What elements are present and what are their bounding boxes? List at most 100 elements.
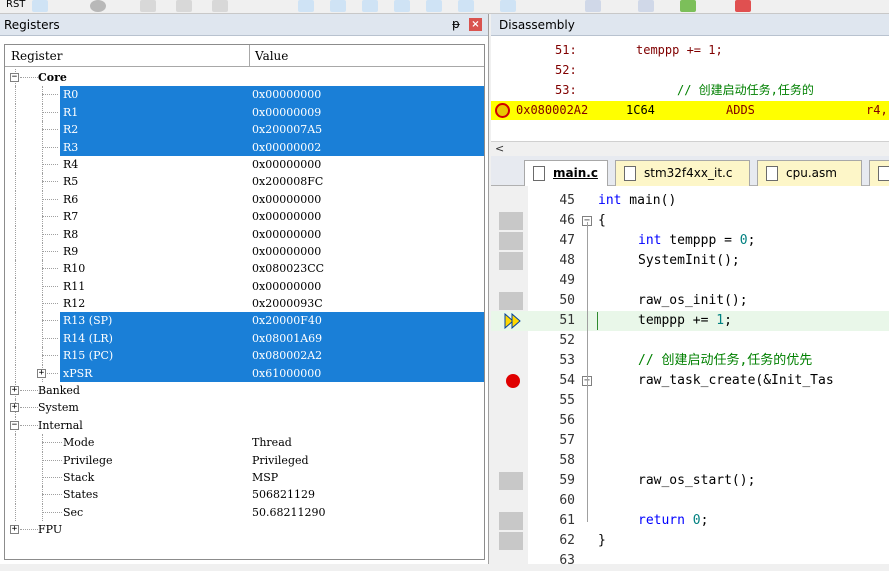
register-value[interactable]: 0x200007A5 xyxy=(252,121,322,138)
register-value[interactable]: 0x00000009 xyxy=(252,104,321,121)
expand-icon[interactable]: + xyxy=(10,403,19,413)
code-line[interactable]: 52 xyxy=(491,331,889,351)
register-row[interactable]: R3 0x00000002 xyxy=(5,138,484,156)
register-value[interactable]: 0x00000000 xyxy=(252,86,321,103)
register-row[interactable]: R7 0x00000000 xyxy=(5,208,484,226)
tab-next-file[interactable] xyxy=(869,160,889,186)
register-row[interactable]: R1 0x00000009 xyxy=(5,103,484,122)
toolbox-icon[interactable] xyxy=(735,0,751,12)
collapse-icon[interactable]: − xyxy=(10,73,19,82)
code-line[interactable]: 57 xyxy=(491,431,889,451)
horizontal-scrollbar[interactable]: < xyxy=(491,141,889,156)
column-value[interactable]: Value xyxy=(255,49,288,63)
register-row[interactable]: + Banked xyxy=(5,382,484,400)
code-line[interactable]: 47 int temppp = 0; xyxy=(491,231,889,251)
register-row[interactable]: R10 0x080023CC xyxy=(5,260,484,278)
code-line[interactable]: 59 raw_os_start(); xyxy=(491,471,889,491)
tab-cpu-asm[interactable]: cpu.asm xyxy=(757,160,862,186)
register-row[interactable]: Sec 50.68211290 xyxy=(5,503,484,522)
code-line[interactable]: 46−{ xyxy=(491,211,889,231)
register-row[interactable]: Mode Thread xyxy=(5,434,484,452)
register-value[interactable]: 0x00000000 xyxy=(252,208,321,225)
disassembly-current-instruction[interactable]: 0x080002A2 1C64 ADDS r4, xyxy=(491,101,889,120)
expand-icon[interactable]: + xyxy=(10,386,19,396)
register-value[interactable]: 0x00000000 xyxy=(252,226,321,243)
pin-icon[interactable]: ᵽ xyxy=(452,17,460,31)
code-line[interactable]: 48 SystemInit(); xyxy=(491,251,889,271)
code-line[interactable]: 61 return 0; xyxy=(491,511,889,531)
watch-window-icon[interactable] xyxy=(458,0,474,12)
register-value[interactable]: MSP xyxy=(252,469,278,486)
register-value[interactable]: 0x00000000 xyxy=(252,191,321,208)
register-row[interactable]: − Core xyxy=(5,69,484,87)
registers-window-icon[interactable] xyxy=(394,0,410,12)
code-line[interactable]: 58 xyxy=(491,451,889,471)
code-line[interactable]: 50 raw_os_init(); xyxy=(491,291,889,311)
register-row[interactable]: R5 0x200008FC xyxy=(5,173,484,191)
disassembly-source-line[interactable]: 53: // 创建启动任务,任务的 xyxy=(491,81,889,100)
register-row[interactable]: + xPSR 0x61000000 xyxy=(5,364,484,383)
analysis-window-icon[interactable] xyxy=(638,0,654,12)
system-viewer-icon[interactable] xyxy=(680,0,696,12)
code-line[interactable]: 45 int main() xyxy=(491,191,889,211)
register-row[interactable]: R13 (SP) 0x20000F40 xyxy=(5,312,484,330)
expand-icon[interactable]: + xyxy=(10,525,19,535)
code-line[interactable]: 63 xyxy=(491,551,889,571)
scroll-left-icon[interactable]: < xyxy=(495,142,504,155)
register-value[interactable]: 0x200008FC xyxy=(252,173,323,190)
reset-button[interactable]: RST xyxy=(6,0,25,10)
code-line[interactable]: 53 // 创建启动任务,任务的优先 xyxy=(491,351,889,371)
close-icon[interactable]: × xyxy=(469,18,482,31)
stop-icon[interactable] xyxy=(90,0,106,12)
code-line[interactable]: 54− raw_task_create(&Init_Tas xyxy=(491,371,889,391)
register-value[interactable]: 0x080002A2 xyxy=(252,347,322,364)
register-value[interactable]: 0x00000000 xyxy=(252,243,321,260)
register-value[interactable]: 50.68211290 xyxy=(252,504,325,521)
register-value[interactable]: 0x080023CC xyxy=(252,260,324,277)
code-line[interactable]: 55 xyxy=(491,391,889,411)
code-line[interactable]: 51 temppp += 1; xyxy=(491,311,889,331)
command-window-icon[interactable] xyxy=(298,0,314,12)
register-row[interactable]: R11 0x00000000 xyxy=(5,277,484,296)
run-icon[interactable] xyxy=(32,0,48,12)
step-out-icon[interactable] xyxy=(212,0,228,12)
disassembly-window-icon[interactable] xyxy=(330,0,346,12)
register-row[interactable]: + System xyxy=(5,399,484,417)
code-line[interactable]: 62} xyxy=(491,531,889,551)
register-row[interactable]: R14 (LR) 0x08001A69 xyxy=(5,329,484,348)
call-stack-icon[interactable] xyxy=(426,0,442,12)
step-icon[interactable] xyxy=(140,0,156,12)
serial-window-icon[interactable] xyxy=(585,0,601,12)
register-row[interactable]: R12 0x2000093C xyxy=(5,295,484,313)
memory-window-icon[interactable] xyxy=(500,0,516,12)
collapse-icon[interactable]: − xyxy=(10,420,19,430)
register-row[interactable]: Privilege Privileged xyxy=(5,451,484,469)
register-value[interactable]: 0x00000000 xyxy=(252,156,321,173)
register-value[interactable]: 0x61000000 xyxy=(252,365,321,382)
register-value[interactable]: 0x00000000 xyxy=(252,278,321,295)
disassembly-source-line[interactable]: 52: xyxy=(491,61,889,80)
tab-stm32f4xx-it-c[interactable]: stm32f4xx_it.c xyxy=(615,160,750,186)
register-value[interactable]: 0x00000002 xyxy=(252,139,321,156)
register-value[interactable]: 506821129 xyxy=(252,486,315,503)
symbols-window-icon[interactable] xyxy=(362,0,378,12)
column-separator[interactable] xyxy=(249,45,250,67)
tab-main-c[interactable]: main.c xyxy=(524,160,608,187)
register-row[interactable]: R8 0x00000000 xyxy=(5,225,484,243)
register-row[interactable]: + FPU xyxy=(5,521,484,538)
register-value[interactable]: Privileged xyxy=(252,452,309,469)
expand-icon[interactable]: + xyxy=(37,368,46,378)
column-register[interactable]: Register xyxy=(11,49,62,63)
code-line[interactable]: 56 xyxy=(491,411,889,431)
register-row[interactable]: R15 (PC) 0x080002A2 xyxy=(5,347,484,365)
disassembly-source-line[interactable]: 51: temppp += 1; xyxy=(491,41,889,60)
register-row[interactable]: R4 0x00000000 xyxy=(5,155,484,174)
register-row[interactable]: States 506821129 xyxy=(5,486,484,504)
register-row[interactable]: − Internal xyxy=(5,416,484,435)
register-value[interactable]: 0x20000F40 xyxy=(252,312,322,329)
register-value[interactable]: 0x08001A69 xyxy=(252,330,322,347)
register-row[interactable]: Stack MSP xyxy=(5,468,484,487)
register-value[interactable]: Thread xyxy=(252,434,292,451)
code-line[interactable]: 49 xyxy=(491,271,889,291)
register-row[interactable]: R0 0x00000000 xyxy=(5,86,484,104)
